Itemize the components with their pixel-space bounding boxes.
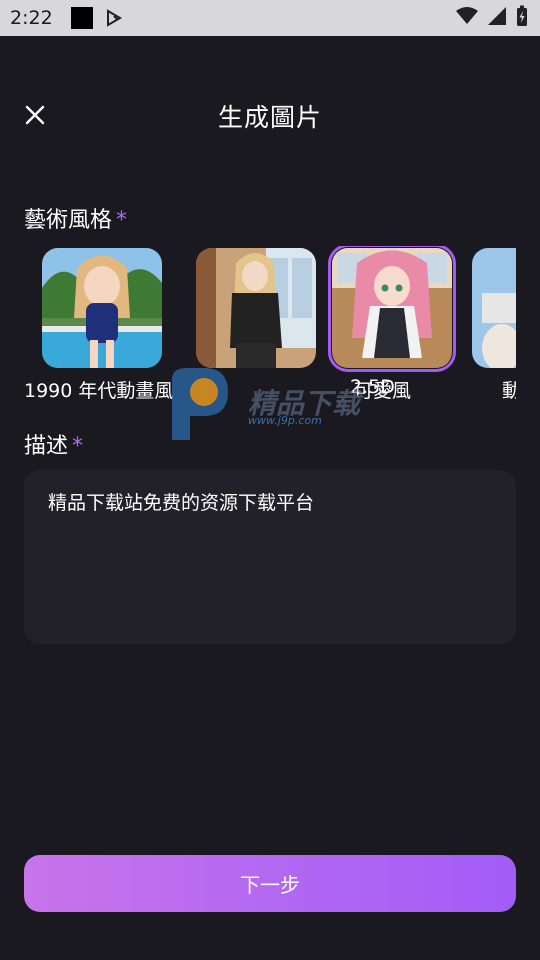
wifi-icon: [456, 7, 478, 29]
play-store-icon: [105, 9, 123, 27]
art-style-label: 藝術風格 *: [24, 202, 127, 234]
description-label-text: 描述: [24, 434, 69, 459]
style-thumb-4: [472, 248, 516, 368]
style-thumb-2-5d: [196, 248, 316, 368]
status-time: 2:22: [10, 7, 53, 29]
style-thumb-1990-anime: [42, 248, 162, 368]
watermark-logo: 精品下载 www.j9p.com: [168, 366, 408, 446]
header: 生成圖片: [0, 96, 540, 136]
next-button[interactable]: 下一步: [24, 855, 516, 912]
status-right: [456, 5, 528, 31]
signal-icon: [488, 7, 506, 29]
style-name: 動: [502, 380, 516, 402]
page-title: 生成圖片: [217, 103, 322, 132]
notification-square-icon: [70, 7, 93, 29]
art-style-label-text: 藝術風格: [24, 208, 113, 233]
required-mark: *: [72, 434, 84, 459]
description-label: 描述 *: [24, 428, 83, 460]
style-thumb-cute: [328, 246, 456, 372]
status-bar: 2:22: [0, 0, 540, 36]
battery-icon: [516, 5, 528, 31]
required-mark: *: [116, 208, 128, 233]
description-input[interactable]: 精品下载站免费的资源下载平台: [24, 470, 516, 644]
watermark-url: www.j9p.com: [248, 414, 322, 427]
